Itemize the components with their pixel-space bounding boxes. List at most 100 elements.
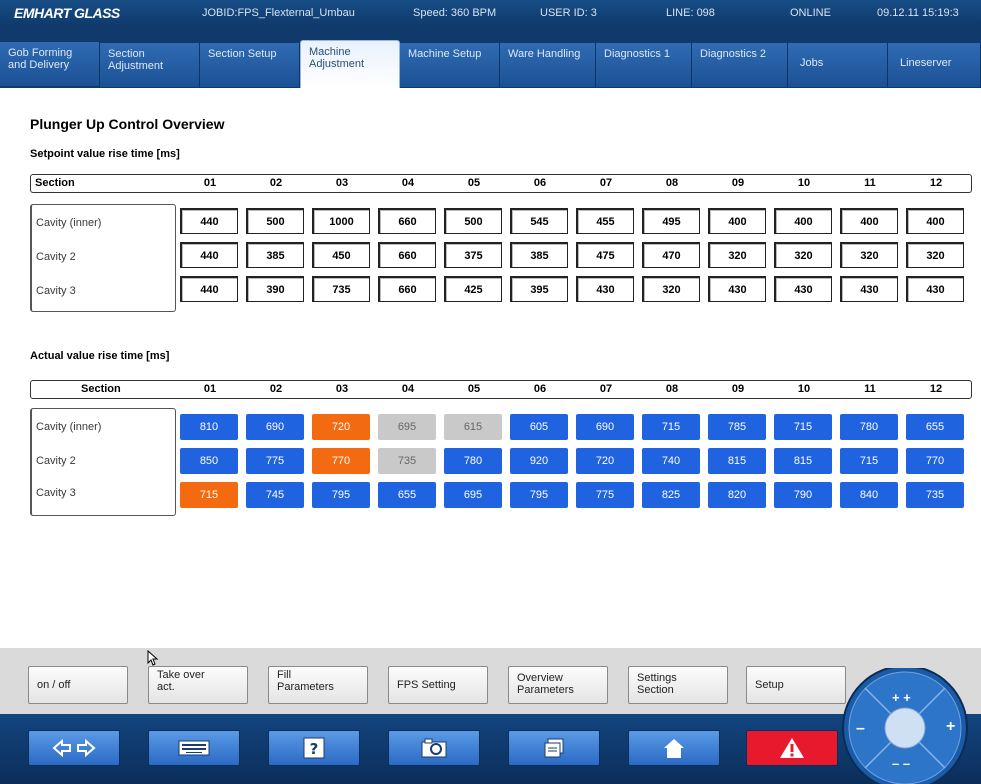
setpoint-input[interactable]: 400 (906, 208, 964, 234)
setpoint-input[interactable]: 320 (708, 242, 766, 268)
setpoint-input[interactable]: 400 (840, 208, 898, 234)
setpoint-input[interactable]: 375 (444, 242, 502, 268)
tab-label: Section Setup (208, 48, 277, 60)
setpoint-input[interactable]: 430 (576, 276, 634, 302)
wheel-left-label[interactable]: – (856, 720, 865, 738)
alarm-button[interactable] (746, 730, 838, 766)
on-off-button[interactable]: on / off (28, 666, 128, 704)
speed: Speed: 360 BPM (413, 7, 497, 19)
section-column-header: 10 (797, 177, 811, 189)
keyboard-button[interactable] (148, 730, 240, 766)
actual-value-cell: 775 (576, 482, 634, 508)
setpoint-input[interactable]: 735 (312, 276, 370, 302)
section-column-header: 04 (401, 383, 415, 395)
setpoint-input[interactable]: 430 (708, 276, 766, 302)
help-icon: ? (303, 737, 325, 759)
actual-value-cell: 735 (906, 482, 964, 508)
fps-setting-button[interactable]: FPS Setting (388, 666, 488, 704)
switch-screen-button[interactable] (28, 730, 120, 766)
setpoint-input[interactable]: 660 (378, 276, 436, 302)
job-id: JOBID:FPS_Flexternal_Umbau (202, 7, 355, 19)
tab-jobs[interactable]: Jobs (788, 43, 888, 87)
section-column-header: 08 (665, 177, 679, 189)
actual-value-cell: 780 (444, 448, 502, 474)
actual-value-cell: 850 (180, 448, 238, 474)
setpoint-input[interactable]: 425 (444, 276, 502, 302)
setpoint-input[interactable]: 1000 (312, 208, 370, 234)
online-status: ONLINE (790, 7, 831, 19)
tab-machine-setup[interactable]: Machine Setup (400, 43, 500, 87)
actual-value-cell: 785 (708, 414, 766, 440)
help-button[interactable]: ? (268, 730, 360, 766)
setpoint-input[interactable]: 470 (642, 242, 700, 268)
setpoint-input[interactable]: 320 (840, 242, 898, 268)
actual-value-cell: 715 (840, 448, 898, 474)
fill-parameters-button[interactable]: Fill Parameters (268, 666, 368, 704)
setpoint-input[interactable]: 320 (774, 242, 832, 268)
jog-wheel[interactable]: + + – – – + (832, 665, 978, 784)
wheel-up-label[interactable]: + + (892, 690, 911, 705)
tab-label: Section Adjustment (108, 48, 164, 72)
mouse-cursor-icon (147, 650, 159, 666)
tab-section-adjustment[interactable]: Section Adjustment (100, 43, 200, 87)
row-label-cavity-2: Cavity 2 (36, 251, 76, 263)
setup-button[interactable]: Setup (746, 666, 846, 704)
section-column-header: 11 (864, 383, 876, 395)
section-column-header: 10 (797, 383, 811, 395)
home-button[interactable] (628, 730, 720, 766)
tab-lineserver[interactable]: Lineserver (888, 43, 981, 87)
tab-machine-adjustment[interactable]: Machine Adjustment (300, 40, 400, 88)
setpoint-input[interactable]: 320 (906, 242, 964, 268)
actual-value-cell: 745 (246, 482, 304, 508)
setpoint-input[interactable]: 400 (708, 208, 766, 234)
setpoint-input[interactable]: 660 (378, 242, 436, 268)
take-over-actual-button[interactable]: Take over act. (148, 666, 248, 704)
tab-diagnostics-2[interactable]: Diagnostics 2 (692, 43, 788, 87)
tab-section-setup[interactable]: Section Setup (200, 43, 300, 87)
actual-title: Actual value rise time [ms] (30, 350, 170, 362)
actual-value-cell: 740 (642, 448, 700, 474)
setpoint-input[interactable]: 660 (378, 208, 436, 234)
setpoint-input[interactable]: 385 (246, 242, 304, 268)
windows-button[interactable] (508, 730, 600, 766)
setpoint-input[interactable]: 500 (444, 208, 502, 234)
setpoint-input[interactable]: 545 (510, 208, 568, 234)
setpoint-input[interactable]: 450 (312, 242, 370, 268)
setpoint-input[interactable]: 475 (576, 242, 634, 268)
actual-value-cell: 810 (180, 414, 238, 440)
tab-label: Gob Forming and Delivery (8, 47, 73, 71)
actual-value-cell: 655 (378, 482, 436, 508)
setpoint-input[interactable]: 385 (510, 242, 568, 268)
setpoint-input[interactable]: 400 (774, 208, 832, 234)
wheel-down-label[interactable]: – – (892, 756, 910, 771)
tab-ware-handling[interactable]: Ware Handling (500, 43, 596, 87)
tab-diagnostics-1[interactable]: Diagnostics 1 (596, 43, 692, 87)
screenshot-button[interactable] (388, 730, 480, 766)
tab-gob-forming[interactable]: Gob Forming and Delivery (0, 42, 100, 86)
overview-parameters-button[interactable]: Overview Parameters (508, 666, 608, 704)
setpoint-input[interactable]: 500 (246, 208, 304, 234)
user-id: USER ID: 3 (540, 7, 597, 19)
setpoint-input[interactable]: 455 (576, 208, 634, 234)
section-column-header: 07 (599, 177, 613, 189)
button-label: on / off (37, 679, 71, 691)
setpoint-input[interactable]: 440 (180, 276, 238, 302)
setpoint-input[interactable]: 395 (510, 276, 568, 302)
wheel-right-label[interactable]: + (946, 718, 955, 736)
setpoint-input[interactable]: 430 (774, 276, 832, 302)
setpoint-input[interactable]: 495 (642, 208, 700, 234)
camera-icon (421, 738, 447, 758)
top-status-bar: EMHART GLASS JOBID:FPS_Flexternal_Umbau … (0, 0, 981, 26)
settings-section-button[interactable]: Settings Section (628, 666, 728, 704)
setpoint-input[interactable]: 430 (906, 276, 964, 302)
home-icon (664, 739, 684, 758)
tab-label: Diagnostics 2 (700, 48, 767, 60)
setpoint-input[interactable]: 440 (180, 242, 238, 268)
setpoint-input[interactable]: 390 (246, 276, 304, 302)
setpoint-input[interactable]: 430 (840, 276, 898, 302)
actual-value-cell: 655 (906, 414, 964, 440)
actual-value-cell: 795 (510, 482, 568, 508)
tab-label: Diagnostics 1 (604, 48, 671, 60)
setpoint-input[interactable]: 320 (642, 276, 700, 302)
setpoint-input[interactable]: 440 (180, 208, 238, 234)
